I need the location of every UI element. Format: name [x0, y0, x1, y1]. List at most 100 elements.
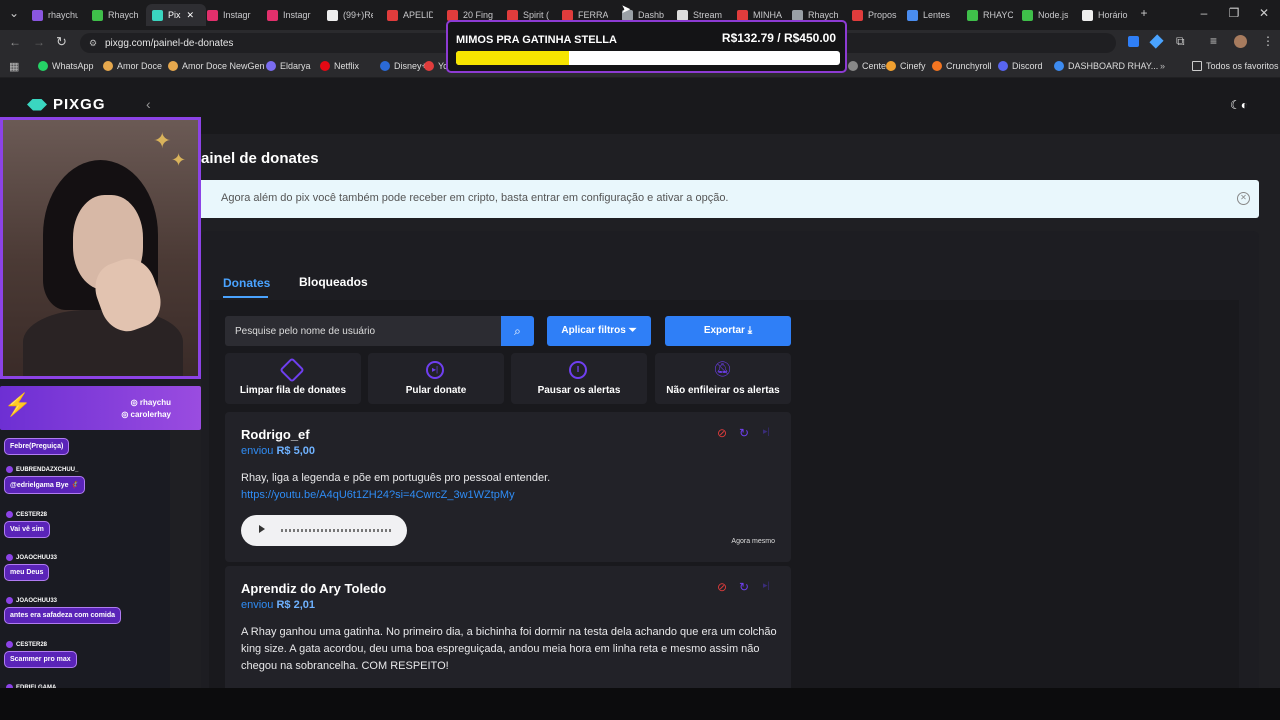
screen-bottom-border	[0, 688, 1280, 720]
bookmark-item[interactable]: Crunchyroll	[932, 61, 992, 71]
browser-tab[interactable]: Instagr	[201, 4, 253, 26]
clear-queue-button[interactable]: Limpar fila de donates	[225, 353, 361, 404]
tab-favicon-icon	[1082, 9, 1093, 21]
block-icon[interactable]: ⊘	[717, 580, 727, 594]
tab-label: rhaychu	[48, 10, 78, 20]
bookmark-item[interactable]: DASHBOARD RHAY...	[1054, 61, 1158, 71]
star-decoration-icon: ✦	[171, 150, 187, 170]
reload-icon[interactable]: ↻	[56, 34, 67, 50]
audio-player[interactable]	[241, 515, 407, 546]
info-alert: Agora além do pix você também pode receb…	[201, 180, 1259, 218]
theme-toggle-icon[interactable]: ☾◐	[1230, 98, 1248, 112]
tab-search-icon[interactable]: ⌄	[6, 6, 22, 20]
tab-donates[interactable]: Donates	[223, 276, 270, 290]
pause-alerts-button[interactable]: ‖ Pausar os alertas	[511, 353, 647, 404]
goal-value: R$132.79 / R$450.00	[721, 31, 836, 45]
play-icon[interactable]	[259, 525, 265, 533]
extensions-puzzle-icon[interactable]: ⧉	[1176, 34, 1185, 49]
minimize-window-icon[interactable]: –	[1196, 6, 1212, 20]
browser-tab[interactable]: Instagr	[261, 4, 313, 26]
bookmark-item[interactable]: Eldarya	[266, 61, 311, 71]
bookmark-item[interactable]: Amor Doce	[103, 61, 162, 71]
chat-badge-icon	[6, 597, 13, 604]
donate-message: A Rhay ganhou uma gatinha. No primeiro d…	[241, 626, 777, 672]
donate-link[interactable]: https://youtu.be/A4qU6t1ZH24?si=4CwrcZ_3…	[241, 487, 781, 504]
tab-favicon-icon	[907, 9, 918, 21]
bookmark-favicon-icon	[886, 61, 896, 71]
tab-label: Dashb	[638, 10, 665, 20]
back-arrow-icon[interactable]: ←	[9, 35, 21, 49]
goal-title: MIMOS PRA GATINHA STELLA	[456, 34, 617, 46]
search-input[interactable]: Pesquise pelo nome de usuário	[225, 316, 501, 346]
tab-favicon-icon	[967, 9, 978, 21]
pixgg-logo[interactable]: PIXGG	[27, 96, 106, 113]
forward-arrow-icon[interactable]: →	[33, 35, 45, 49]
star-decoration-icon: ✦	[153, 128, 172, 153]
browser-menu-icon[interactable]: ⋮	[1262, 34, 1274, 48]
bookmark-favicon-icon	[266, 61, 276, 71]
browser-tab[interactable]: Lentes	[901, 4, 953, 26]
close-window-icon[interactable]: ✕	[1256, 6, 1272, 20]
browser-tab[interactable]: APELID	[381, 4, 433, 26]
more-bookmarks-icon[interactable]: »	[1160, 61, 1165, 71]
donor-name: Aprendiz do Ary Toledo	[241, 581, 387, 596]
browser-tab[interactable]: Horário	[1076, 4, 1128, 26]
filter-icon: ⏷	[628, 325, 637, 336]
donate-amount: enviou R$ 5,00	[241, 445, 316, 457]
export-button[interactable]: Exportar ⤓	[665, 316, 791, 346]
site-info-icon[interactable]: ⚙	[89, 38, 97, 49]
bookmark-item[interactable]: Netflix	[320, 61, 359, 71]
no-queue-alerts-button[interactable]: 🔕︎ Não enfileirar os alertas	[655, 353, 791, 404]
block-icon[interactable]: ⊘	[717, 426, 727, 440]
bookmark-item[interactable]: Discord	[998, 61, 1043, 71]
skip-donate-button[interactable]: ▸| Pular donate	[368, 353, 504, 404]
apply-filters-button[interactable]: Aplicar filtros ⏷	[547, 316, 651, 346]
collapse-sidebar-icon[interactable]: ‹	[146, 96, 151, 112]
bookmark-favicon-icon	[998, 61, 1008, 71]
extension-icon[interactable]	[1149, 34, 1164, 49]
maximize-window-icon[interactable]: ❐	[1226, 6, 1242, 20]
tab-label: Propos	[868, 10, 897, 20]
active-tab-indicator	[223, 296, 268, 298]
tab-bloqueados[interactable]: Bloqueados	[299, 275, 368, 289]
media-controls-icon[interactable]: ≡	[1210, 34, 1217, 48]
bookmark-item[interactable]: Cinefy	[886, 61, 926, 71]
browser-tab[interactable]: Pix ✕	[146, 4, 206, 26]
all-favorites-folder[interactable]: Todos os favoritos	[1192, 61, 1279, 71]
chat-message: Scammer pro max	[4, 651, 77, 668]
chat-username: EUBRENDAZXCHUU_	[6, 466, 78, 473]
bookmark-favicon-icon	[38, 61, 48, 71]
bookmark-item[interactable]: Amor Doce NewGen	[168, 61, 265, 71]
close-tab-icon[interactable]: ✕	[187, 10, 195, 21]
new-tab-button[interactable]: +	[1136, 6, 1152, 20]
skip-donate-icon[interactable]: ▸|	[763, 426, 770, 437]
bookmark-item[interactable]: Center	[848, 61, 889, 71]
apps-grid-icon[interactable]: ▦	[9, 60, 19, 73]
browser-tab[interactable]: Rhaych	[86, 4, 138, 26]
bookmark-item[interactable]: Disney+	[380, 61, 427, 71]
browser-tab[interactable]: rhaychu	[26, 4, 78, 26]
bookmark-item[interactable]: WhatsApp	[38, 61, 94, 71]
download-extension-icon[interactable]	[1128, 36, 1139, 47]
tab-favicon-icon	[507, 9, 518, 21]
browser-tab[interactable]: RHAYCH	[961, 4, 1013, 26]
audio-waveform[interactable]	[281, 529, 393, 532]
search-icon: ⌕	[514, 324, 521, 338]
skip-donate-icon[interactable]: ▸|	[763, 580, 770, 591]
chat-username: JOAOCHUU33	[6, 597, 57, 604]
tab-label: RHAYCH	[983, 10, 1013, 20]
profile-avatar[interactable]	[1234, 35, 1247, 48]
replay-icon[interactable]: ↻	[739, 580, 749, 594]
goal-progress-fill	[456, 51, 570, 65]
tab-label: Stream	[693, 10, 723, 20]
browser-tab[interactable]: (99+)Re	[321, 4, 373, 26]
search-button[interactable]: ⌕	[501, 316, 534, 346]
alert-close-icon[interactable]: ✕	[1237, 192, 1250, 205]
browser-tab[interactable]: Propos	[846, 4, 898, 26]
bookmark-item[interactable]: Yo	[424, 61, 448, 71]
chat-message: meu Deus	[4, 564, 50, 581]
social-handle: ◎ rhaychu	[130, 398, 171, 407]
chat-badge-icon	[6, 641, 13, 648]
browser-tab[interactable]: Node.js	[1016, 4, 1068, 26]
replay-icon[interactable]: ↻	[739, 426, 749, 440]
